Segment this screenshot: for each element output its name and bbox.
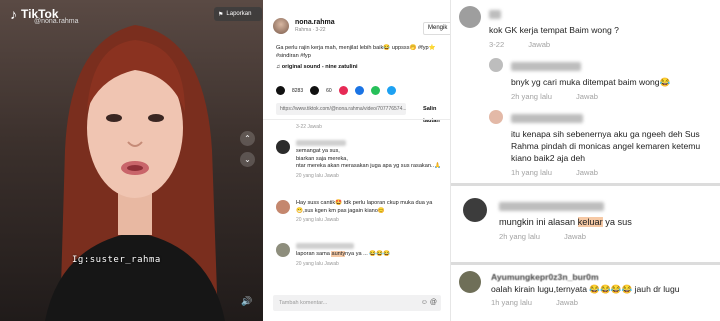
comment-text: semangat ya sus, biarkan saja mereka, nt…	[296, 148, 442, 170]
like-count: 8283	[292, 87, 304, 94]
chevron-up-icon: ⌃	[244, 134, 251, 143]
volume-icon[interactable]: 🔊	[241, 296, 252, 307]
commenter-avatar[interactable]	[276, 200, 290, 214]
report-button[interactable]: ⚑ Laporkan	[214, 7, 262, 21]
reply-time: 2h yang lalu	[511, 92, 552, 101]
sound-link[interactable]: ♫ original sound - nine zatulini	[276, 64, 358, 70]
sound-title: original sound - nine zatulini	[281, 64, 358, 70]
comment-highlight: keluar	[577, 217, 603, 227]
comment-text-end: ya sus	[602, 217, 632, 227]
comment-meta: 1h yang lalu Jawab	[491, 298, 717, 307]
commenter-avatar[interactable]	[459, 6, 481, 28]
comment-meta: 3-22 Jawab	[296, 124, 322, 130]
reply-time: 1h yang lalu	[511, 168, 552, 177]
comment-item: Hay suss cantik🤩 tdk perlu laporan ckup …	[276, 200, 446, 223]
reply-item: itu kenapa sih sebenernya aku ga ngeeh d…	[459, 110, 717, 177]
comment-item: Ayumungkepr0z3n_bur0m oalah kirain lugu,…	[459, 271, 717, 307]
comment-count: 60	[326, 87, 332, 94]
share-icon[interactable]	[338, 86, 348, 95]
comment-text: mungkin ini alasan keluar ya sus	[499, 216, 717, 228]
zoomed-comment: Ayumungkepr0z3n_bur0m oalah kirain lugu,…	[451, 262, 720, 321]
commenter-name[interactable]: Ayumungkepr0z3n_bur0m	[491, 271, 717, 283]
video-player[interactable]: ♪ TikTok @nona.rahma Ig:suster_rahma ⚑ L…	[0, 0, 263, 321]
whatsapp-icon[interactable]	[370, 86, 380, 95]
reply-item: bnyk yg cari muka ditempat baim wong😂 2h…	[459, 58, 717, 101]
video-caption: Ig:suster_rahma	[72, 255, 161, 265]
author-username[interactable]: nona.rahma	[295, 19, 335, 26]
twitter-icon[interactable]	[386, 86, 396, 95]
previous-video-button[interactable]: ⌃	[240, 131, 255, 146]
comment-icon[interactable]	[310, 86, 320, 95]
reply-text: itu kenapa sih sebenernya aku ga ngeeh d…	[511, 129, 701, 163]
comment-text-start: mungkin ini alasan	[499, 217, 578, 227]
commenter-name[interactable]	[499, 202, 604, 211]
reply-text: bnyk yg cari muka ditempat baim wong😂	[511, 77, 671, 87]
comment-item: mungkin ini alasan keluar ya sus 2h yang…	[459, 198, 717, 241]
video-watermark-handle: @nona.rahma	[34, 18, 79, 25]
music-note-icon: ♪	[10, 6, 17, 22]
zoomed-comment: mungkin ini alasan keluar ya sus 2h yang…	[451, 183, 720, 261]
emoji-icon[interactable]: ☺ @	[421, 295, 437, 311]
video-person-image	[45, 25, 225, 321]
reply-link[interactable]: Jawab	[564, 232, 586, 241]
comment-item: semangat ya sus, biarkan saja mereka, nt…	[276, 140, 446, 179]
zoomed-comment-thread: kok GK kerja tempat Baim wong ? 3-22 Jaw…	[451, 0, 720, 183]
comment-item: laporan sama auntynya ya ... 😂😂😂 20 yang…	[276, 243, 446, 267]
page: ♪ TikTok @nona.rahma Ig:suster_rahma ⚑ L…	[0, 0, 720, 321]
facebook-icon[interactable]	[354, 86, 364, 95]
comment-item: 3-22 Jawab	[276, 122, 446, 130]
comment-text: oalah kirain lugu,ternyata 😂😂😂😂 jauh dr …	[491, 284, 680, 294]
comment-text: Hay suss cantik🤩 tdk perlu laporan ckup …	[296, 200, 433, 214]
comment-meta: 20 yang lalu Jawab	[296, 172, 339, 179]
comment-input-placeholder: Tambah komentar...	[279, 300, 328, 306]
chevron-down-icon: ⌄	[244, 155, 251, 164]
author-subtitle: Rahma · 3-22	[295, 27, 326, 33]
comment-meta: 20 yang lalu Jawab	[296, 217, 339, 224]
commenter-name[interactable]	[296, 140, 346, 146]
commenter-name[interactable]	[489, 10, 501, 19]
flag-icon: ⚑	[218, 11, 224, 18]
replier-avatar[interactable]	[489, 58, 503, 72]
comment-input[interactable]: Tambah komentar... ☺ @	[273, 295, 441, 311]
reply-meta: 1h yang lalu Jawab	[511, 168, 717, 177]
video-detail-panel: nona.rahma Rahma · 3-22 Mengik Ga perlu …	[263, 0, 451, 321]
comment-highlight: aunty	[331, 251, 346, 258]
comment-time: 2h yang lalu	[499, 232, 540, 241]
comment-time: 1h yang lalu	[491, 298, 532, 307]
comment-text-end: nya ya ... 😂😂😂	[345, 251, 391, 258]
next-video-button[interactable]: ⌄	[240, 152, 255, 167]
comment-meta: 20 yang lalu Jawab	[296, 260, 339, 267]
comment-item: kok GK kerja tempat Baim wong ? 3-22 Jaw…	[459, 6, 717, 49]
replier-avatar[interactable]	[489, 110, 503, 124]
commenter-avatar[interactable]	[276, 140, 290, 154]
reply-link[interactable]: Jawab	[576, 168, 598, 177]
replier-name[interactable]	[511, 114, 583, 123]
action-bar: 8283 60	[276, 86, 396, 95]
follow-button[interactable]: Mengik	[423, 22, 450, 35]
video-url-field[interactable]: https://www.tiktok.com/@nona.rahma/video…	[276, 103, 406, 115]
divider	[263, 119, 450, 120]
commenter-name[interactable]	[296, 243, 354, 249]
comment-text: laporan sama auntynya ya ... 😂😂😂	[296, 251, 446, 259]
comment-meta: 3-22 Jawab	[489, 40, 717, 49]
reply-link[interactable]: Jawab	[556, 298, 578, 307]
report-label: Laporkan	[226, 11, 252, 17]
like-icon[interactable]	[276, 86, 285, 95]
reply-link[interactable]: Jawab	[576, 92, 598, 101]
comment-text-start: laporan sama	[296, 251, 332, 258]
commenter-avatar[interactable]	[459, 271, 481, 293]
commenter-avatar[interactable]	[276, 243, 290, 257]
author-avatar[interactable]	[273, 18, 289, 34]
reply-meta: 2h yang lalu Jawab	[511, 92, 717, 101]
replier-name[interactable]	[511, 62, 581, 71]
comment-time: 3-22	[489, 40, 505, 49]
author-header: nona.rahma Rahma · 3-22	[273, 18, 335, 34]
video-description: Ga perlu rajin kerja mah, menjilat lebih…	[276, 45, 436, 59]
comment-meta: 2h yang lalu Jawab	[499, 232, 717, 241]
reply-link[interactable]: Jawab	[528, 40, 550, 49]
comment-text: kok GK kerja tempat Baim wong ?	[489, 25, 619, 35]
commenter-avatar[interactable]	[463, 198, 487, 222]
